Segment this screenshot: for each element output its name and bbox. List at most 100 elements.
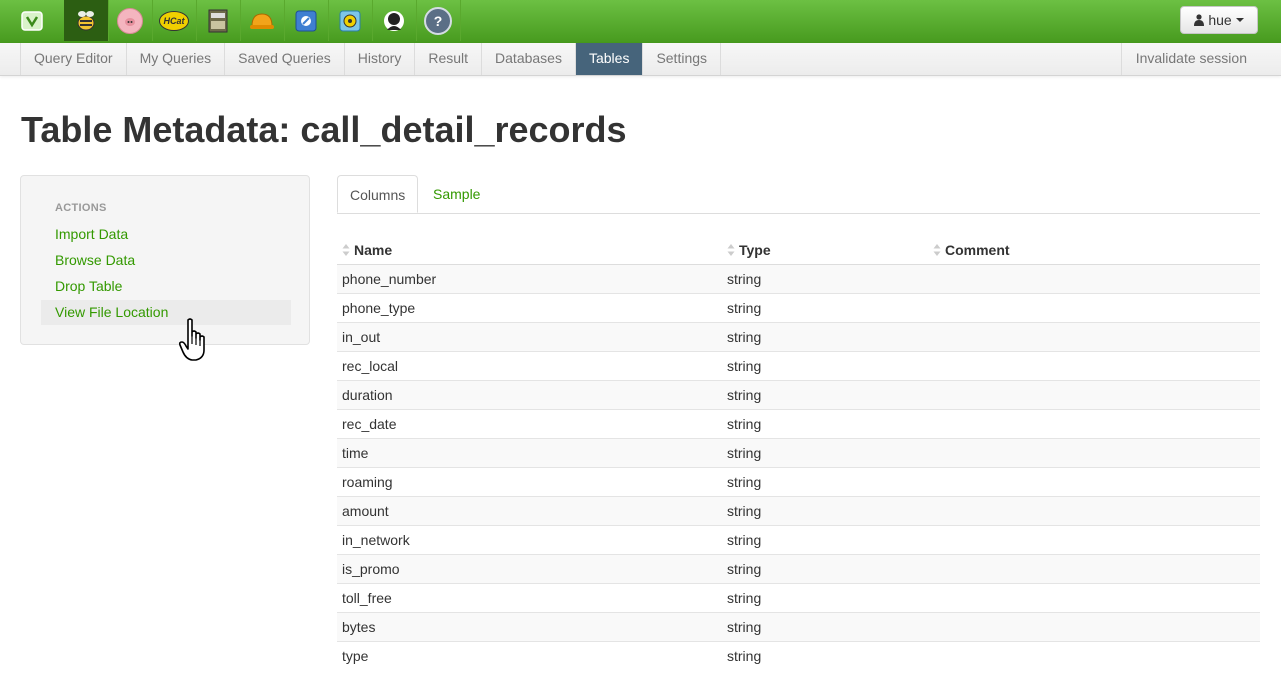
table-row: phone_type string bbox=[337, 293, 1260, 323]
column-comment bbox=[928, 409, 1260, 439]
nav-databases[interactable]: Databases bbox=[482, 43, 576, 75]
user-name: hue bbox=[1208, 12, 1232, 28]
pig-icon[interactable] bbox=[108, 0, 153, 41]
column-name: toll_free bbox=[337, 583, 722, 613]
column-type: string bbox=[722, 380, 928, 410]
actions-header: ACTIONS bbox=[55, 202, 107, 214]
view-file-location-link[interactable]: View File Location bbox=[41, 300, 291, 325]
column-name: in_network bbox=[337, 525, 722, 555]
table-row: phone_number string bbox=[337, 264, 1260, 294]
help-icon[interactable]: ? bbox=[416, 0, 461, 41]
columns-table: Name Type Comment phone_number string pho… bbox=[337, 236, 1260, 670]
column-type: string bbox=[722, 525, 928, 555]
tab-sample[interactable]: Sample bbox=[421, 175, 492, 213]
column-comment bbox=[928, 525, 1260, 555]
column-name: is_promo bbox=[337, 554, 722, 584]
sort-icon bbox=[342, 244, 350, 256]
job-browser-icon[interactable] bbox=[328, 0, 373, 41]
column-name: amount bbox=[337, 496, 722, 526]
sort-icon bbox=[933, 244, 941, 256]
header-type[interactable]: Type bbox=[722, 236, 928, 265]
table-row: time string bbox=[337, 438, 1260, 468]
column-comment bbox=[928, 467, 1260, 497]
column-comment bbox=[928, 583, 1260, 613]
header-name[interactable]: Name bbox=[337, 236, 722, 265]
hcat-icon[interactable]: HCat bbox=[152, 0, 197, 41]
nav-settings[interactable]: Settings bbox=[643, 43, 722, 75]
tab-columns[interactable]: Columns bbox=[337, 175, 418, 213]
column-name: rec_date bbox=[337, 409, 722, 439]
column-comment bbox=[928, 351, 1260, 381]
nav-query-editor[interactable]: Query Editor bbox=[21, 43, 127, 75]
sort-icon bbox=[727, 244, 735, 256]
nav-history[interactable]: History bbox=[345, 43, 416, 75]
table-row: in_out string bbox=[337, 322, 1260, 352]
column-name: type bbox=[337, 641, 722, 670]
job-designer-icon[interactable] bbox=[240, 0, 285, 41]
column-type: string bbox=[722, 496, 928, 526]
table-row: rec_date string bbox=[337, 409, 1260, 439]
column-type: string bbox=[722, 438, 928, 468]
header-comment[interactable]: Comment bbox=[928, 236, 1260, 265]
nav-tables[interactable]: Tables bbox=[575, 43, 644, 75]
column-type: string bbox=[722, 322, 928, 352]
column-comment bbox=[928, 438, 1260, 468]
column-name: roaming bbox=[337, 467, 722, 497]
column-name: bytes bbox=[337, 612, 722, 642]
column-comment bbox=[928, 612, 1260, 642]
table-row: amount string bbox=[337, 496, 1260, 526]
actions-sidebar: ACTIONS Import Data Browse Data Drop Tab… bbox=[20, 175, 310, 345]
file-browser-icon[interactable] bbox=[196, 0, 241, 41]
table-row: is_promo string bbox=[337, 554, 1260, 584]
column-type: string bbox=[722, 467, 928, 497]
column-name: duration bbox=[337, 380, 722, 410]
column-comment bbox=[928, 293, 1260, 323]
column-type: string bbox=[722, 351, 928, 381]
user-icon bbox=[1194, 14, 1205, 26]
column-type: string bbox=[722, 409, 928, 439]
oozie-icon[interactable] bbox=[284, 0, 329, 41]
hue-home-icon[interactable] bbox=[10, 0, 54, 41]
beeswax-icon[interactable] bbox=[64, 0, 109, 41]
table-header-row: Name Type Comment bbox=[337, 236, 1260, 265]
nav-saved-queries[interactable]: Saved Queries bbox=[225, 43, 345, 75]
column-type: string bbox=[722, 554, 928, 584]
table-row: type string bbox=[337, 641, 1260, 670]
metadata-tabs: Columns Sample bbox=[337, 175, 1260, 214]
column-comment bbox=[928, 554, 1260, 584]
nav-result[interactable]: Result bbox=[415, 43, 483, 75]
browse-data-link[interactable]: Browse Data bbox=[41, 248, 291, 273]
column-comment bbox=[928, 380, 1260, 410]
page-title: Table Metadata: call_detail_records bbox=[21, 109, 627, 150]
column-type: string bbox=[722, 641, 928, 670]
column-comment bbox=[928, 264, 1260, 294]
table-row: in_network string bbox=[337, 525, 1260, 555]
column-type: string bbox=[722, 264, 928, 294]
table-row: toll_free string bbox=[337, 583, 1260, 613]
app-subnav: Query Editor My Queries Saved Queries Hi… bbox=[0, 43, 1281, 76]
nav-my-queries[interactable]: My Queries bbox=[127, 43, 226, 75]
column-name: phone_type bbox=[337, 293, 722, 323]
column-comment bbox=[928, 496, 1260, 526]
table-row: bytes string bbox=[337, 612, 1260, 642]
column-name: phone_number bbox=[337, 264, 722, 294]
user-menu-button[interactable]: hue bbox=[1180, 6, 1258, 34]
drop-table-link[interactable]: Drop Table bbox=[41, 274, 291, 299]
column-comment bbox=[928, 322, 1260, 352]
column-name: in_out bbox=[337, 322, 722, 352]
column-name: time bbox=[337, 438, 722, 468]
column-type: string bbox=[722, 293, 928, 323]
table-row: duration string bbox=[337, 380, 1260, 410]
hand-cursor-icon bbox=[178, 318, 205, 361]
import-data-link[interactable]: Import Data bbox=[41, 222, 291, 247]
table-row: roaming string bbox=[337, 467, 1260, 497]
column-name: rec_local bbox=[337, 351, 722, 381]
column-type: string bbox=[722, 612, 928, 642]
column-type: string bbox=[722, 583, 928, 613]
user-admin-icon[interactable] bbox=[372, 0, 417, 41]
invalidate-session-link[interactable]: Invalidate session bbox=[1120, 43, 1261, 75]
column-comment bbox=[928, 641, 1260, 670]
table-row: rec_local string bbox=[337, 351, 1260, 381]
top-navbar: HCat ? hue bbox=[0, 0, 1281, 44]
chevron-down-icon bbox=[1235, 18, 1244, 22]
